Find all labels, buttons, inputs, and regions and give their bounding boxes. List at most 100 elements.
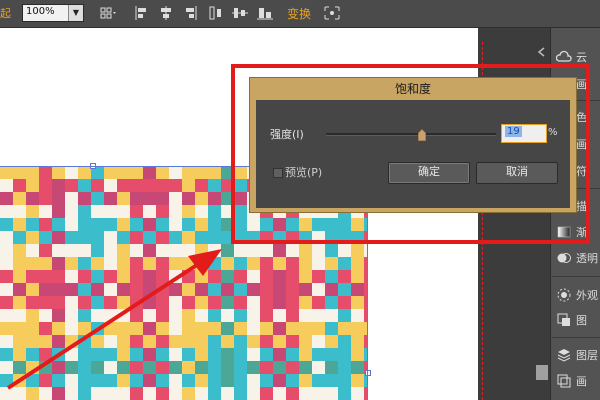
expand-icon[interactable] (322, 4, 342, 22)
panel-separator (552, 337, 600, 338)
plaid-cell (169, 374, 182, 387)
plaid-cell (208, 205, 221, 218)
plaid-cell (312, 374, 325, 387)
plaid-cell (52, 361, 65, 374)
plaid-cell (13, 283, 26, 296)
plaid-cell (52, 257, 65, 270)
plaid-cell (78, 387, 91, 400)
plaid-cell (0, 257, 13, 270)
plaid-cell (247, 361, 260, 374)
align-bottom-icon[interactable] (255, 4, 275, 22)
grid-align-icon[interactable] (98, 4, 118, 22)
panel-item-appearance[interactable]: 外观 (552, 284, 600, 306)
plaid-cell (117, 231, 130, 244)
plaid-cell (65, 348, 78, 361)
distribute-icon[interactable] (206, 4, 226, 22)
plaid-cell (13, 244, 26, 257)
plaid-cell (39, 192, 52, 205)
selection-handle-right[interactable] (365, 370, 371, 376)
plaid-cell (78, 205, 91, 218)
plaid-cell (26, 192, 39, 205)
plaid-cell (156, 244, 169, 257)
plaid-cell (91, 322, 104, 335)
plaid-cell (78, 244, 91, 257)
plaid-cell (221, 244, 234, 257)
plaid-cell (13, 387, 26, 400)
plaid-cell (26, 179, 39, 192)
plaid-cell (247, 322, 260, 335)
plaid-cell (286, 283, 299, 296)
collapse-arrow-icon[interactable] (536, 42, 548, 57)
plaid-cell (52, 179, 65, 192)
plaid-cell (234, 361, 247, 374)
transform-link[interactable]: 变换 (287, 5, 311, 22)
plaid-cell (0, 374, 13, 387)
plaid-cell (351, 270, 364, 283)
plaid-cell (299, 348, 312, 361)
plaid-cell (52, 218, 65, 231)
plaid-cell (286, 387, 299, 400)
plaid-cell (52, 231, 65, 244)
plaid-cell (39, 283, 52, 296)
plaid-cell (0, 309, 13, 322)
plaid-cell (39, 179, 52, 192)
panel-item-graphic-styles[interactable]: 图 (552, 309, 600, 331)
plaid-cell (325, 309, 338, 322)
plaid-cell (208, 361, 221, 374)
plaid-cell (78, 270, 91, 283)
plaid-cell (182, 283, 195, 296)
plaid-cell (338, 244, 351, 257)
plaid-cell (351, 361, 364, 374)
plaid-cell (169, 335, 182, 348)
plaid-cell (26, 322, 39, 335)
plaid-cell (0, 348, 13, 361)
plaid-cell (312, 270, 325, 283)
plaid-cell (169, 205, 182, 218)
plaid-cell (156, 231, 169, 244)
plaid-cell (65, 335, 78, 348)
zoom-select[interactable]: 100% ▼ (22, 4, 84, 22)
plaid-cell (104, 387, 117, 400)
plaid-cell (26, 387, 39, 400)
plaid-cell (0, 179, 13, 192)
plaid-cell (52, 283, 65, 296)
plaid-cell (156, 179, 169, 192)
plaid-cell (208, 374, 221, 387)
plaid-cell (182, 244, 195, 257)
plaid-cell (286, 309, 299, 322)
scrollbar-thumb[interactable] (536, 365, 548, 380)
panel-item-layers[interactable]: 图层 (552, 344, 600, 366)
distribute-vertical-icon[interactable] (230, 4, 250, 22)
plaid-cell (104, 179, 117, 192)
plaid-cell (78, 374, 91, 387)
plaid-cell (13, 309, 26, 322)
plaid-cell (208, 296, 221, 309)
chevron-down-icon[interactable]: ▼ (68, 5, 83, 21)
plaid-cell (182, 309, 195, 322)
toolbar-left-label[interactable]: 起 (0, 5, 14, 21)
plaid-cell (117, 166, 130, 179)
plaid-cell (156, 166, 169, 179)
plaid-cell (39, 218, 52, 231)
plaid-cell (104, 270, 117, 283)
plaid-cell (312, 348, 325, 361)
plaid-cell (286, 374, 299, 387)
plaid-cell (130, 192, 143, 205)
plaid-cell (117, 283, 130, 296)
plaid-cell (78, 322, 91, 335)
align-right-icon[interactable] (180, 4, 200, 22)
plaid-cell (0, 322, 13, 335)
align-left-icon[interactable] (132, 4, 152, 22)
panel-item-label: 图 (576, 314, 587, 327)
align-center-icon[interactable] (156, 4, 176, 22)
plaid-cell (143, 335, 156, 348)
plaid-cell (143, 309, 156, 322)
plaid-cell (130, 270, 143, 283)
plaid-cell (325, 335, 338, 348)
panel-item-artboards[interactable]: 画 (552, 370, 600, 392)
plaid-cell (208, 335, 221, 348)
panel-item-transparency[interactable]: 透明 (552, 247, 600, 269)
plaid-cell (273, 361, 286, 374)
plaid-cell (65, 231, 78, 244)
plaid-cell (130, 283, 143, 296)
